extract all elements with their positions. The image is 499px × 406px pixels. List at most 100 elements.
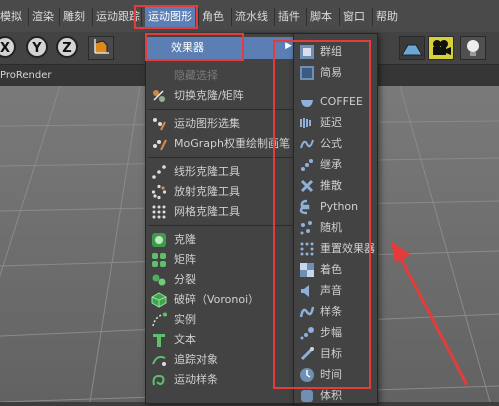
menu-bar: 模拟 渲染 雕刻 运动跟踪 运动图形 角色 流水线 插件 脚本 窗口 帮助 [0, 0, 499, 32]
menu-item-hide-selection[interactable]: 隐藏选择 [146, 66, 296, 86]
annotation-arrow [391, 241, 469, 386]
coordinate-system-button[interactable] [88, 36, 114, 60]
menu-item-label: 文本 [174, 333, 196, 346]
menu-mograph[interactable]: 运动图形 [145, 6, 195, 28]
submenu-item-label: 步幅 [320, 326, 342, 339]
light-button[interactable] [460, 36, 486, 60]
submenu-item-label: COFFEE [320, 95, 363, 108]
mospline-icon [152, 374, 165, 386]
toggle-clone-icon [153, 90, 165, 102]
menu-item-label: 破碎（Voronoi） [174, 293, 260, 306]
menu-item-label: 克隆 [174, 233, 196, 246]
submenu-item-python[interactable]: Python [294, 197, 377, 217]
menu-character[interactable]: 角色 [202, 9, 224, 25]
submenu-item-label: 延迟 [320, 116, 342, 129]
menu-divider [92, 8, 93, 26]
menu-item-tracer[interactable]: 追踪对象 [146, 350, 296, 370]
menu-item-label: 网格克隆工具 [174, 205, 240, 218]
time-icon [300, 368, 314, 382]
menu-divider [372, 8, 373, 26]
menu-item-mograph-selection[interactable]: 运动图形选集 [146, 114, 296, 134]
menu-help[interactable]: 帮助 [376, 9, 398, 25]
menu-item-linear-clone-tool[interactable]: 线形克隆工具 [146, 162, 296, 182]
menu-item-effector[interactable]: 效果器 ▶ [146, 37, 296, 59]
menu-item-label: 分裂 [174, 273, 196, 286]
menu-plugins[interactable]: 插件 [278, 9, 300, 25]
y-axis-button[interactable]: Y [26, 36, 48, 58]
submenu-item-label: 体积 [320, 389, 342, 402]
menu-divider [274, 8, 275, 26]
menu-separator [148, 225, 294, 226]
menu-item-label: 追踪对象 [174, 353, 218, 366]
menu-script[interactable]: 脚本 [310, 9, 332, 25]
step-icon [300, 327, 314, 340]
submenu-item-shader[interactable]: 着色 [294, 260, 377, 280]
plain-icon [300, 66, 314, 80]
submenu-item-group[interactable]: 群组 [294, 42, 377, 62]
spline-icon [299, 306, 315, 318]
menu-item-mospline[interactable]: 运动样条 [146, 370, 296, 390]
submenu-item-label: 目标 [320, 347, 342, 360]
linear-clone-icon [152, 165, 166, 179]
radial-clone-icon [151, 184, 167, 200]
reeffector-icon [300, 242, 314, 256]
menu-divider [141, 8, 142, 26]
mograph-selection-icon [153, 118, 166, 131]
menu-item-radial-clone-tool[interactable]: 放射克隆工具 [146, 182, 296, 202]
submenu-item-time[interactable]: 时间 [294, 365, 377, 385]
submenu-item-plain[interactable]: 简易 [294, 63, 377, 83]
submenu-item-volume[interactable]: 体积 [294, 386, 377, 406]
menu-simulate[interactable]: 模拟 [0, 9, 22, 25]
submenu-item-delay[interactable]: 延迟 [294, 113, 377, 133]
target-icon [300, 347, 314, 361]
coffee-icon [301, 100, 313, 107]
menu-item-grid-clone-tool[interactable]: 网格克隆工具 [146, 202, 296, 222]
tracer-icon [152, 355, 166, 366]
menu-window[interactable]: 窗口 [343, 9, 365, 25]
camera-button[interactable] [428, 36, 454, 60]
menu-divider [59, 8, 60, 26]
submenu-item-target[interactable]: 目标 [294, 344, 377, 364]
menu-render[interactable]: 渲染 [32, 9, 54, 25]
menu-pipeline[interactable]: 流水线 [235, 9, 268, 25]
menu-motion-tracking[interactable]: 运动跟踪 [96, 9, 140, 25]
submenu-item-random[interactable]: 随机 [294, 218, 377, 238]
menu-divider [198, 8, 199, 26]
floor-button[interactable] [399, 36, 425, 60]
submenu-item-label: 重置效果器 [320, 242, 375, 255]
submenu-item-label: 公式 [320, 137, 342, 150]
submenu-item-inheritance[interactable]: 继承 [294, 155, 377, 175]
submenu-item-label: 声音 [320, 284, 342, 297]
menu-divider [306, 8, 307, 26]
submenu-item-coffee[interactable]: COFFEE [294, 92, 377, 112]
menu-item-label: 隐藏选择 [174, 69, 218, 82]
submenu-item-reeffector[interactable]: 重置效果器 [294, 239, 377, 259]
submenu-item-spline[interactable]: 样条 [294, 302, 377, 322]
menu-item-label: MoGraph权重绘制画笔 [174, 137, 290, 150]
menu-item-toggle-clone-matrix[interactable]: 切换克隆/矩阵 [146, 86, 296, 106]
submenu-item-formula[interactable]: 公式 [294, 134, 377, 154]
text-icon [153, 334, 165, 347]
submenu-item-step[interactable]: 步幅 [294, 323, 377, 343]
menu-item-voronoi-fracture[interactable]: 破碎（Voronoi） [146, 290, 296, 310]
submenu-item-sound[interactable]: 声音 [294, 281, 377, 301]
fracture-icon [152, 274, 166, 286]
menu-item-instance[interactable]: 实例 [146, 310, 296, 330]
menu-item-label: 运动样条 [174, 373, 218, 386]
cloner-icon [152, 233, 166, 247]
submenu-item-label: 样条 [320, 305, 342, 318]
menu-item-weight-brush[interactable]: MoGraph权重绘制画笔 [146, 134, 296, 154]
menu-item-label: 运动图形选集 [174, 117, 240, 130]
menu-item-matrix[interactable]: 矩阵 [146, 250, 296, 270]
menu-divider [231, 8, 232, 26]
z-axis-button[interactable]: Z [56, 36, 78, 58]
menu-item-cloner[interactable]: 克隆 [146, 230, 296, 250]
submenu-item-label: 推散 [320, 179, 342, 192]
menu-item-text[interactable]: 文本 [146, 330, 296, 350]
submenu-item-label: Python [320, 200, 359, 213]
mograph-menu: 效果器 ▶ 隐藏选择 切换克隆/矩阵 运动图形选集 MoGraph权重绘制画笔 … [145, 33, 297, 404]
menu-item-fracture[interactable]: 分裂 [146, 270, 296, 290]
menu-sculpt[interactable]: 雕刻 [63, 9, 85, 25]
submenu-item-push-apart[interactable]: 推散 [294, 176, 377, 196]
menu-item-label: 矩阵 [174, 253, 196, 266]
